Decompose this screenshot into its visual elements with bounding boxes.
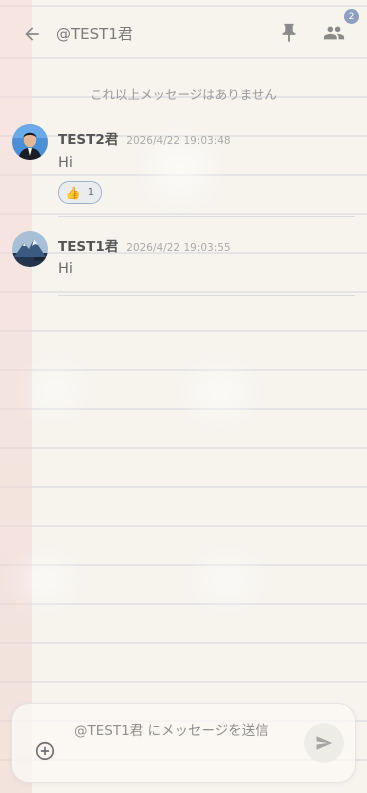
arrow-left-icon xyxy=(25,27,39,41)
message-divider xyxy=(58,216,355,217)
pin-icon xyxy=(282,23,296,43)
message-composer xyxy=(11,703,356,783)
send-button[interactable] xyxy=(304,723,344,763)
sender-name[interactable]: TEST2君 xyxy=(58,128,118,148)
message-text: Hi xyxy=(58,155,73,171)
background-blur xyxy=(20,560,70,600)
no-more-messages-notice: これ以上メッセージはありません xyxy=(90,87,277,102)
add-attachment-button[interactable] xyxy=(34,740,56,762)
reaction-chip[interactable]: 👍 1 xyxy=(58,181,102,204)
background-blur xyxy=(200,560,255,600)
message-timestamp: 2026/4/22 19:03:55 xyxy=(126,242,231,254)
message-divider xyxy=(58,295,355,296)
back-button[interactable] xyxy=(20,22,44,46)
members-count-badge: 2 xyxy=(344,9,359,24)
background-blur xyxy=(30,370,80,410)
message-input[interactable] xyxy=(72,718,306,744)
plus-circle-icon xyxy=(35,741,55,761)
message-header: TEST2君 2026/4/22 19:03:48 xyxy=(58,128,231,148)
message-item: TEST2君 2026/4/22 19:03:48 Hi 👍 1 xyxy=(12,124,355,217)
chat-header: @TEST1君 2 xyxy=(0,0,367,66)
message-timestamp: 2026/4/22 19:03:48 xyxy=(126,135,231,147)
message-text: Hi xyxy=(58,261,73,277)
send-icon xyxy=(316,736,333,750)
avatar[interactable] xyxy=(12,231,48,267)
page-title: @TEST1君 xyxy=(56,25,133,43)
avatar[interactable] xyxy=(12,124,48,160)
mountain-avatar-icon xyxy=(12,231,48,267)
message-header: TEST1君 2026/4/22 19:03:55 xyxy=(58,235,231,255)
people-icon xyxy=(323,26,345,40)
thumbs-up-icon: 👍 xyxy=(65,185,81,200)
members-button[interactable] xyxy=(322,22,348,46)
reaction-count: 1 xyxy=(87,187,95,198)
background-blur xyxy=(190,370,250,415)
pin-button[interactable] xyxy=(278,22,302,46)
user-photo-icon xyxy=(12,124,48,160)
message-item: TEST1君 2026/4/22 19:03:55 Hi xyxy=(12,231,355,296)
sender-name[interactable]: TEST1君 xyxy=(58,235,118,255)
